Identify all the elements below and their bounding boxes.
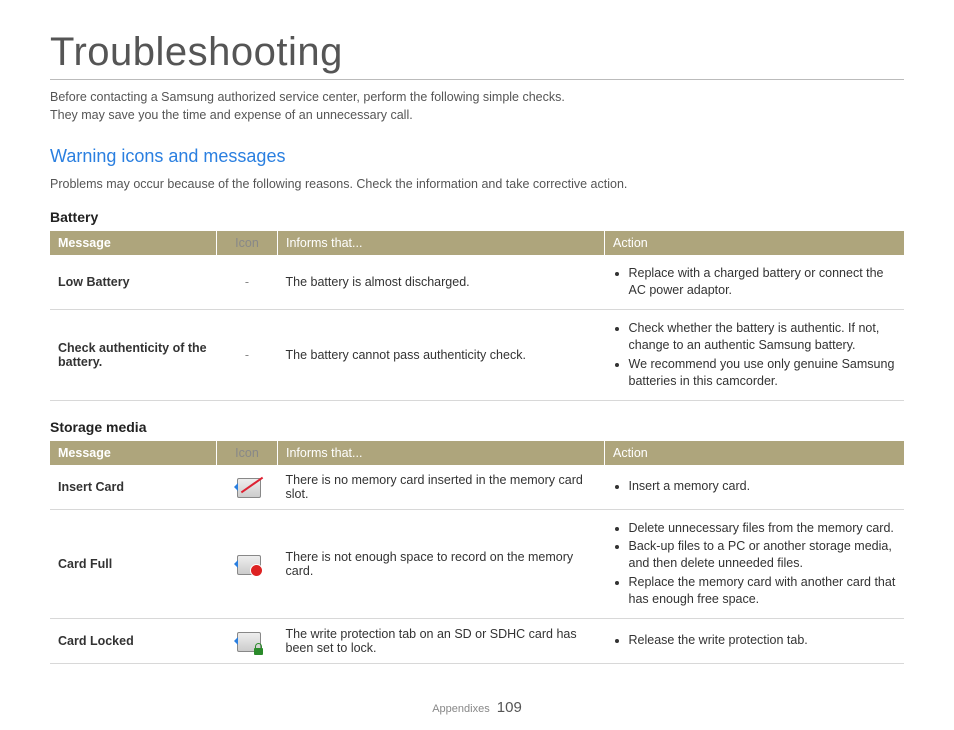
title-rule — [50, 79, 904, 80]
footer-section: Appendixes — [432, 703, 490, 715]
memory-card-full-icon — [233, 553, 261, 575]
page-footer: Appendixes 109 — [0, 699, 954, 716]
cell-informs: There is not enough space to record on t… — [278, 509, 605, 618]
action-item: Insert a memory card. — [629, 478, 897, 495]
cell-message: Card Locked — [50, 618, 217, 663]
section-heading: Warning icons and messages — [50, 146, 904, 167]
cell-informs: The write protection tab on an SD or SDH… — [278, 618, 605, 663]
intro-line-2: They may save you the time and expense o… — [50, 108, 413, 122]
cell-message: Card Full — [50, 509, 217, 618]
cell-icon: - — [217, 310, 278, 401]
cell-icon — [217, 465, 278, 510]
cell-icon — [217, 509, 278, 618]
action-item: Replace the memory card with another car… — [629, 574, 897, 608]
cell-icon — [217, 618, 278, 663]
table-row: Card Locked The write protection tab on … — [50, 618, 904, 663]
table-row: Card Full There is not enough space to r… — [50, 509, 904, 618]
action-item: Check whether the battery is authentic. … — [629, 320, 897, 354]
storage-table: Message Icon Informs that... Action Inse… — [50, 441, 904, 664]
table-row: Check authenticity of the battery. - The… — [50, 310, 904, 401]
cell-message: Insert Card — [50, 465, 217, 510]
action-item: Release the write protection tab. — [629, 632, 897, 649]
action-item: We recommend you use only genuine Samsun… — [629, 356, 897, 390]
storage-heading: Storage media — [50, 419, 904, 435]
cell-action: Release the write protection tab. — [605, 618, 905, 663]
action-item: Replace with a charged battery or connec… — [629, 265, 897, 299]
table-row: Insert Card There is no memory card inse… — [50, 465, 904, 510]
cell-action: Replace with a charged battery or connec… — [605, 255, 905, 309]
cell-action: Check whether the battery is authentic. … — [605, 310, 905, 401]
col-action: Action — [605, 441, 905, 465]
cell-message: Check authenticity of the battery. — [50, 310, 217, 401]
memory-card-locked-icon — [233, 630, 261, 652]
col-informs: Informs that... — [278, 231, 605, 255]
page-title: Troubleshooting — [50, 30, 904, 75]
footer-page-number: 109 — [497, 699, 522, 716]
col-icon: Icon — [217, 441, 278, 465]
cell-informs: The battery cannot pass authenticity che… — [278, 310, 605, 401]
col-message: Message — [50, 231, 217, 255]
section-subtext: Problems may occur because of the follow… — [50, 177, 904, 191]
cell-informs: The battery is almost discharged. — [278, 255, 605, 309]
col-message: Message — [50, 441, 217, 465]
col-informs: Informs that... — [278, 441, 605, 465]
intro-text: Before contacting a Samsung authorized s… — [50, 88, 904, 124]
table-row: Low Battery - The battery is almost disc… — [50, 255, 904, 309]
cell-action: Insert a memory card. — [605, 465, 905, 510]
action-item: Back-up files to a PC or another storage… — [629, 538, 897, 572]
battery-heading: Battery — [50, 209, 904, 225]
col-action: Action — [605, 231, 905, 255]
cell-icon: - — [217, 255, 278, 309]
memory-card-missing-icon — [233, 476, 261, 498]
cell-action: Delete unnecessary files from the memory… — [605, 509, 905, 618]
cell-message: Low Battery — [50, 255, 217, 309]
cell-informs: There is no memory card inserted in the … — [278, 465, 605, 510]
col-icon: Icon — [217, 231, 278, 255]
intro-line-1: Before contacting a Samsung authorized s… — [50, 90, 565, 104]
battery-table: Message Icon Informs that... Action Low … — [50, 231, 904, 400]
action-item: Delete unnecessary files from the memory… — [629, 520, 897, 537]
